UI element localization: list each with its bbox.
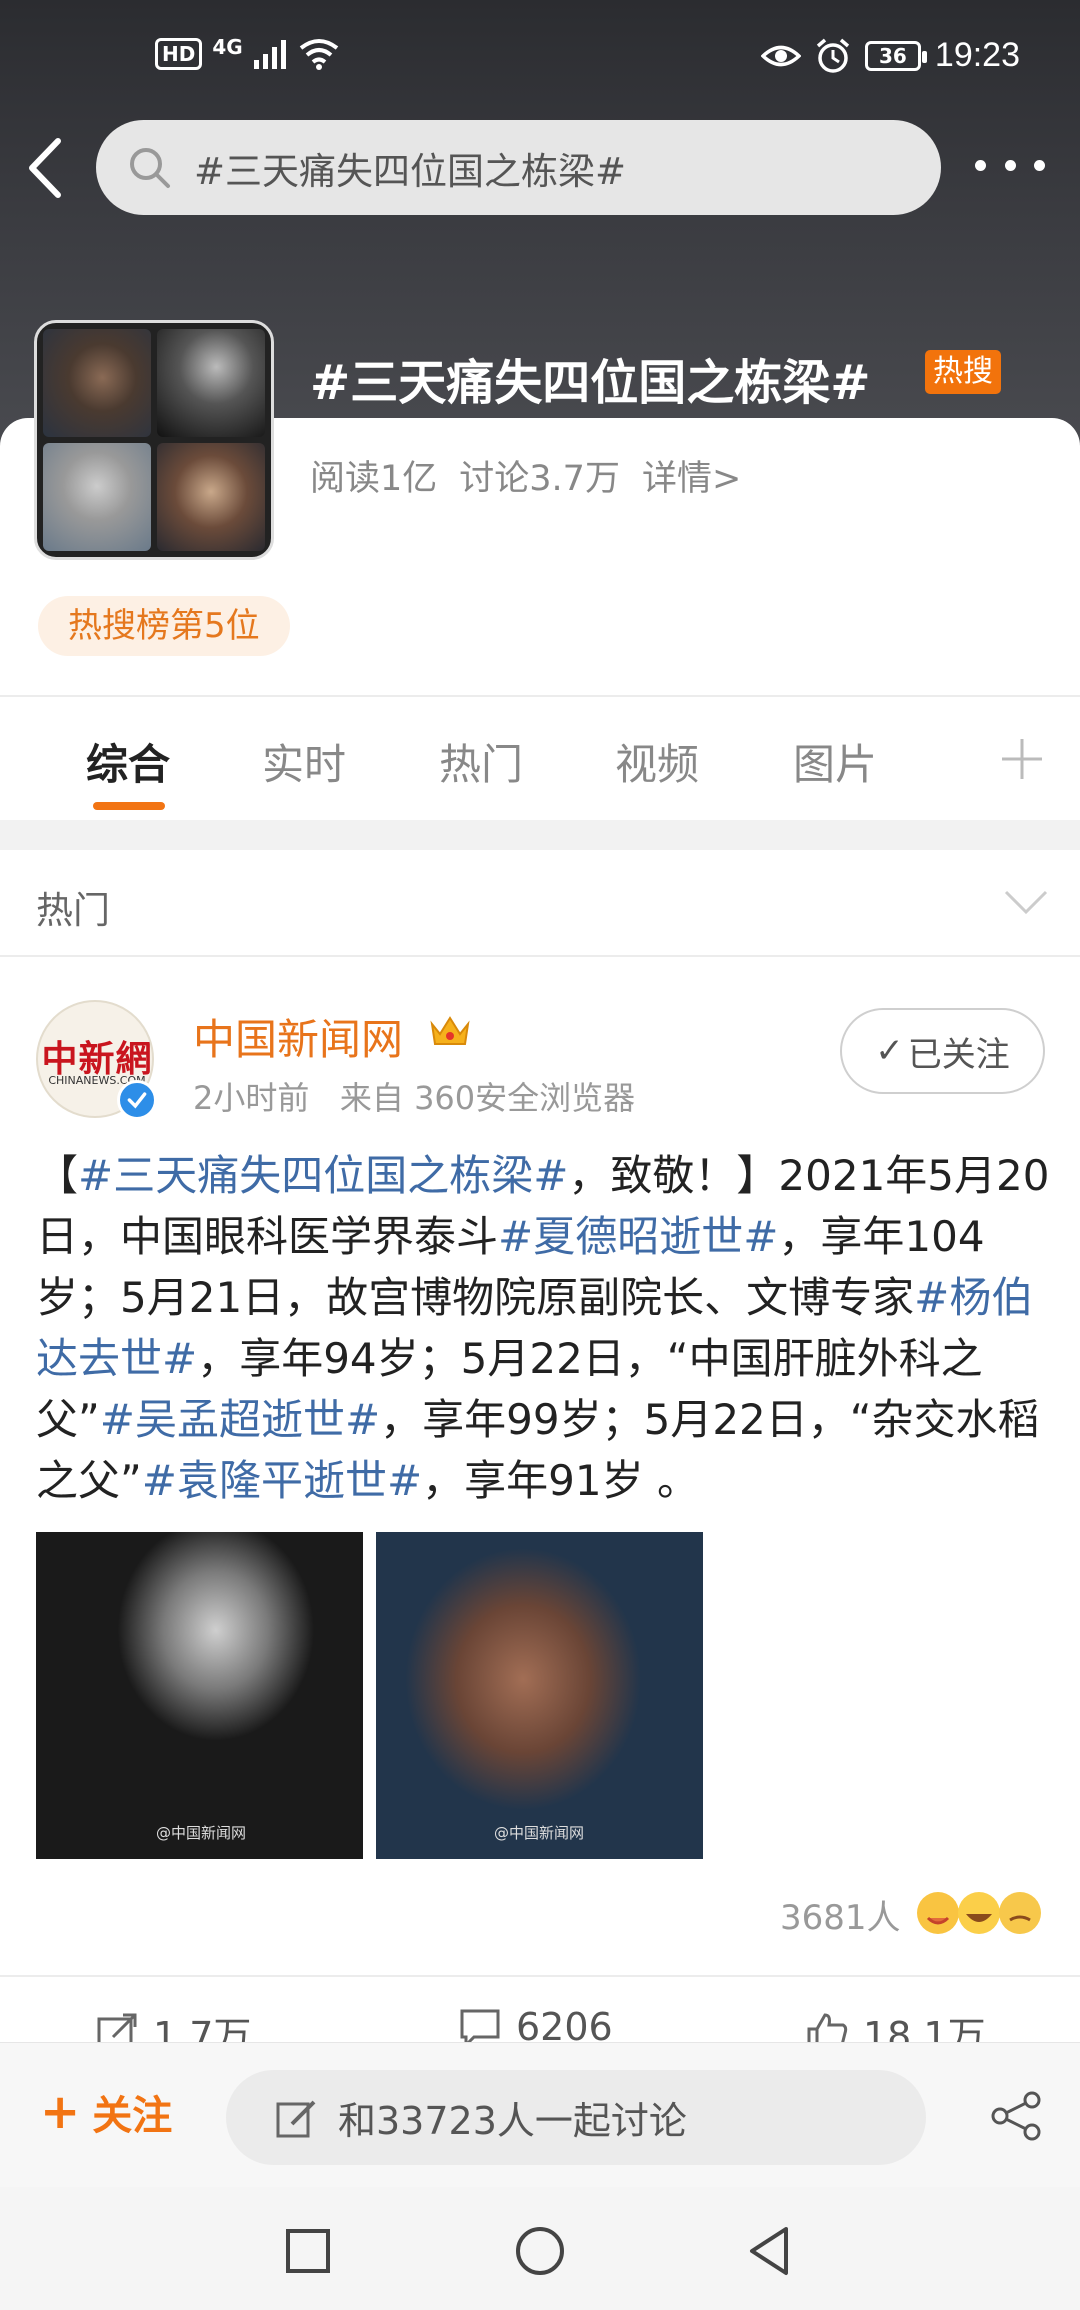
active-tab-indicator — [93, 802, 165, 810]
crown-icon — [430, 1016, 470, 1045]
tab-images[interactable]: 图片 — [793, 731, 877, 792]
eye-comfort-icon — [760, 45, 801, 66]
post-text-segment: 【 — [36, 1151, 79, 1200]
recent-apps-icon[interactable] — [280, 2223, 336, 2279]
home-icon[interactable] — [512, 2223, 568, 2279]
post-text-segment: ，享年91岁 。 — [422, 1456, 699, 1505]
back-arrow-icon[interactable] — [20, 135, 76, 201]
post-text: 【#三天痛失四位国之栋梁#，致敬！】2021年5月20日，中国眼科医学界泰斗#夏… — [36, 1145, 1051, 1511]
search-icon — [130, 147, 170, 188]
tab-video[interactable]: 视频 — [615, 731, 699, 792]
plus-icon: + — [40, 2084, 81, 2140]
hashtag-link[interactable]: #袁隆平逝世# — [142, 1456, 422, 1505]
discussion-count: 讨论3.7万 — [459, 459, 620, 499]
topic-stats: 阅读1亿 讨论3.7万 详情> — [310, 450, 741, 501]
system-nav-bar — [0, 2187, 1080, 2310]
hot-badge: 热搜 — [925, 350, 1001, 394]
divider — [0, 955, 1080, 957]
edit-icon — [276, 2100, 316, 2137]
status-bar: HD 4G 36 19:23 — [0, 0, 1080, 120]
network-type: 4G — [212, 35, 243, 59]
verified-badge-icon — [117, 1080, 157, 1120]
photo-watermark: @中国新闻网 — [494, 1824, 585, 1842]
tab-realtime[interactable]: 实时 — [262, 731, 346, 792]
tab-all[interactable]: 综合 — [86, 731, 170, 792]
checkmark-icon: ✓ — [875, 1031, 904, 1071]
topic-title: #三天痛失四位国之栋梁# — [310, 355, 871, 411]
details-link[interactable]: 详情> — [642, 450, 741, 501]
clock: 19:23 — [934, 36, 1020, 74]
search-query: #三天痛失四位国之栋梁# — [194, 149, 627, 193]
post-source: 来自 360安全浏览器 — [339, 1079, 636, 1117]
following-button[interactable]: ✓ 已关注 — [840, 1008, 1045, 1094]
alarm-icon — [816, 38, 850, 73]
author-name[interactable]: 中国新闻网 — [193, 1006, 403, 1067]
add-tab-icon[interactable] — [998, 735, 1046, 783]
wifi-icon — [299, 39, 338, 70]
share-icon[interactable] — [990, 2091, 1044, 2141]
photo-watermark: @中国新闻网 — [156, 1824, 247, 1842]
hot-rank-badge[interactable]: 热搜榜第5位 — [38, 596, 290, 656]
tab-popular[interactable]: 热门 — [439, 731, 523, 792]
hashtag-link[interactable]: #夏德昭逝世# — [498, 1212, 778, 1261]
battery-indicator: 36 — [864, 40, 927, 71]
following-label: 已关注 — [907, 1034, 1010, 1075]
more-options-icon[interactable] — [975, 145, 1045, 185]
reaction-emojis-icon[interactable] — [914, 1888, 1044, 1938]
post-photo[interactable]: @中国新闻网 — [376, 1532, 703, 1859]
back-icon[interactable] — [742, 2223, 798, 2279]
follow-topic-button[interactable]: + 关注 — [40, 2083, 172, 2141]
hashtag-link[interactable]: #三天痛失四位国之栋梁# — [78, 1151, 568, 1200]
read-count: 阅读1亿 — [310, 459, 438, 499]
tab-bar: 综合 实时 热门 视频 图片 — [0, 695, 1080, 820]
reaction-count: 3681人 — [780, 1898, 901, 1938]
discussion-input[interactable]: 和33723人一起讨论 — [226, 2070, 926, 2165]
hd-indicator: HD — [155, 38, 203, 70]
bottom-action-bar: + 关注 和33723人一起讨论 — [0, 2042, 1080, 2187]
section-header[interactable]: 热门 — [0, 850, 1080, 955]
post-photo[interactable]: @中国新闻网 — [36, 1532, 363, 1859]
chevron-down-icon[interactable] — [1002, 884, 1050, 920]
topic-cover-image — [34, 320, 274, 560]
section-title: 热门 — [36, 889, 110, 932]
section-spacer — [0, 820, 1080, 850]
signal-icon — [253, 40, 286, 69]
search-bar[interactable]: #三天痛失四位国之栋梁# — [96, 120, 941, 215]
hashtag-link[interactable]: #吴孟超逝世# — [100, 1395, 380, 1444]
post-time: 2小时前 — [193, 1079, 310, 1117]
post-meta: 2小时前 来自 360安全浏览器 — [193, 1073, 635, 1119]
